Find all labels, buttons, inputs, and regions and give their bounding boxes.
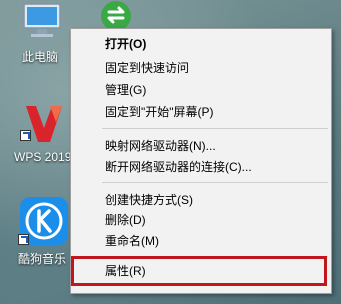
desktop-icon-this-pc[interactable]: 此电脑 <box>10 0 70 66</box>
menu-item-manage[interactable]: 管理(G) <box>72 78 330 102</box>
menu-item-disconnect-network-drive[interactable]: 断开网络驱动器的连接(C)... <box>72 155 330 179</box>
menu-item-pin-start[interactable]: 固定到"开始"屏幕(P) <box>72 100 330 124</box>
desktop-icon-wps[interactable]: WPS 2019 <box>10 98 71 168</box>
menu-separator <box>102 182 328 183</box>
green-app-icon <box>101 1 131 31</box>
shortcut-arrow-icon <box>18 234 29 245</box>
menu-separator <box>102 128 328 129</box>
menu-item-rename[interactable]: 重命名(M) <box>72 229 330 253</box>
context-menu: 打开(O) 固定到快速访问 管理(G) 固定到"开始"屏幕(P) 映射网络驱动器… <box>70 28 332 294</box>
desktop-icon-green-app[interactable] <box>98 0 138 31</box>
menu-item-open[interactable]: 打开(O) <box>72 32 330 56</box>
computer-icon <box>23 3 61 37</box>
properties-highlight-box <box>71 256 327 286</box>
desktop-icon-kugou[interactable]: 酷狗音乐 <box>10 194 70 266</box>
menu-item-pin-quick-access[interactable]: 固定到快速访问 <box>72 56 330 80</box>
shortcut-arrow-icon <box>20 130 31 141</box>
